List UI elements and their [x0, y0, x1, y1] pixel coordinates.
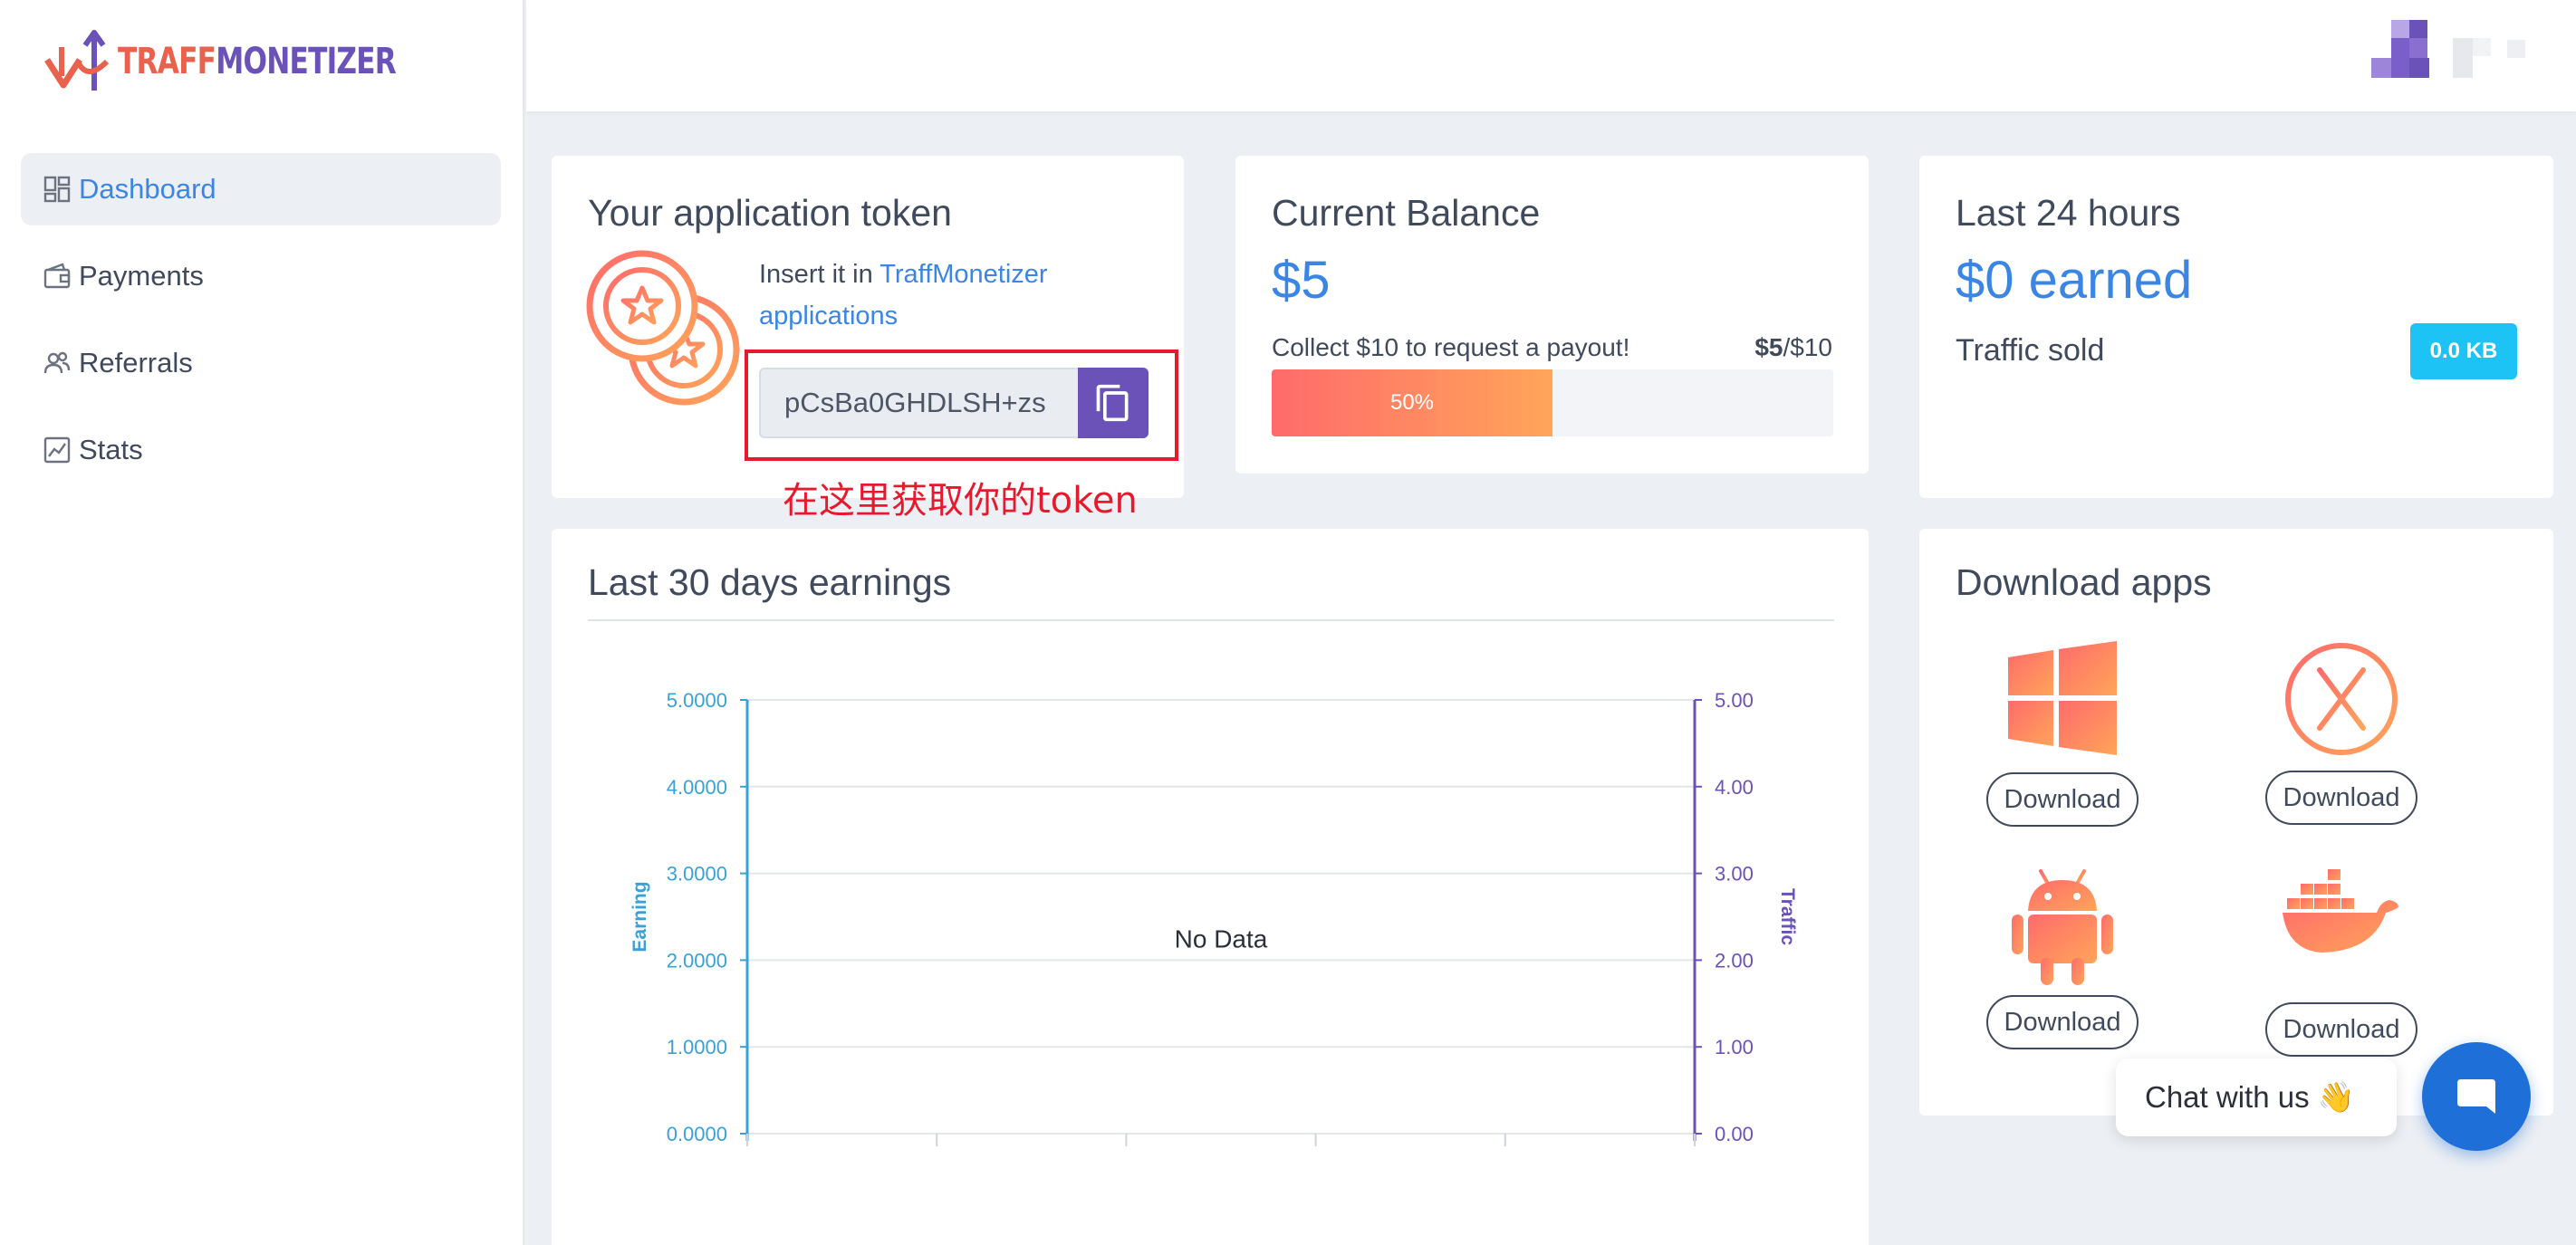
coins-icon	[586, 250, 740, 406]
chat-icon	[2457, 1079, 2495, 1114]
y2-tick-label: 2.00	[1715, 949, 1754, 972]
chart-icon	[41, 434, 73, 466]
annotation-box	[745, 350, 1178, 461]
app-docker: Download	[2233, 869, 2450, 1057]
windows-icon	[2008, 641, 2117, 755]
logo-icon	[44, 30, 110, 91]
download-windows-button[interactable]: Download	[1985, 772, 2139, 827]
y2-axis-title: Traffic	[1777, 888, 1798, 945]
card-title: Current Balance	[1272, 192, 1541, 234]
chat-prompt[interactable]: Chat with us 👋	[2116, 1058, 2397, 1136]
android-icon	[2012, 869, 2113, 985]
sidebar-nav: Dashboard Payments Referrals Stats	[21, 153, 501, 501]
traffic-badge: 0.0 KB	[2410, 323, 2517, 379]
chat-launcher-button[interactable]	[2422, 1042, 2531, 1151]
progress-fill: 50%	[1272, 369, 1552, 436]
sidebar-item-label: Dashboard	[79, 173, 216, 205]
earnings-chart-card: Last 30 days earnings 0.0000 0.00 1.0000 1.…	[552, 529, 1869, 1245]
app-android: Download	[1954, 867, 2171, 1049]
payout-ratio: $5/$10	[1754, 333, 1832, 361]
y-tick-label: 5.0000	[667, 689, 727, 712]
earned-amount: $0 earned	[1956, 251, 2193, 310]
app-windows: Download	[1954, 641, 2171, 827]
earnings-chart: 0.0000 0.00 1.0000 1.00 2.0000 2.00 3.0000 3.00…	[630, 689, 1798, 1146]
top-header	[526, 0, 2576, 111]
traffic-label: Traffic sold	[1956, 333, 2105, 368]
logo[interactable]: TRAFFMONETIZER	[42, 25, 475, 98]
y-tick-label: 3.0000	[667, 863, 727, 886]
y-axis-title: Earning	[630, 881, 650, 952]
token-instructions: Insert it in TraffMonetizer applications	[759, 260, 1048, 330]
docker-icon	[2283, 869, 2398, 953]
app-macos: Download	[2233, 641, 2450, 825]
y-tick-label: 4.0000	[667, 776, 727, 799]
annotation-note: 在这里获取你的token	[783, 480, 1138, 522]
sidebar-item-stats[interactable]: Stats	[21, 414, 501, 486]
balance-amount: $5	[1272, 251, 1331, 310]
dashboard-icon	[41, 173, 73, 206]
sidebar: TRAFFMONETIZER Dashboard Payments Referr…	[0, 0, 524, 1245]
card-title: Your application token	[588, 192, 952, 234]
y-tick-label: 2.0000	[667, 949, 727, 972]
card-title: Last 24 hours	[1956, 192, 2181, 234]
card-title: Download apps	[1956, 561, 2212, 603]
y2-tick-label: 4.00	[1715, 776, 1754, 799]
last-24h-card: Last 24 hours $0 earned Traffic sold 0.0…	[1919, 156, 2553, 498]
y2-tick-label: 5.00	[1715, 689, 1754, 712]
sidebar-item-payments[interactable]: Payments	[21, 240, 501, 312]
users-icon	[41, 347, 73, 379]
sidebar-item-referrals[interactable]: Referrals	[21, 327, 501, 399]
logo-text: TRAFFMONETIZER	[118, 41, 397, 82]
macos-icon	[2285, 643, 2398, 755]
y2-tick-label: 3.00	[1715, 863, 1754, 886]
sidebar-item-label: Stats	[79, 434, 143, 465]
sidebar-item-label: Referrals	[79, 347, 193, 378]
payout-hint: Collect $10 to request a payout!	[1272, 333, 1630, 361]
sidebar-item-label: Payments	[79, 260, 204, 292]
download-macos-button[interactable]: Download	[2264, 771, 2418, 825]
download-apps-card: Download apps Download Download Download…	[1919, 529, 2553, 1116]
download-docker-button[interactable]: Download	[2264, 1002, 2418, 1057]
sidebar-item-dashboard[interactable]: Dashboard	[21, 153, 501, 225]
y2-tick-label: 0.00	[1715, 1123, 1754, 1145]
no-data-label: No Data	[1175, 925, 1268, 953]
balance-card: Current Balance $5 Collect $10 to reques…	[1235, 156, 1869, 474]
wallet-icon	[41, 260, 73, 292]
y-tick-label: 0.0000	[667, 1123, 727, 1145]
avatar[interactable]	[2371, 20, 2534, 78]
y-tick-label: 1.0000	[667, 1036, 727, 1058]
payout-progress: 50%	[1272, 369, 1833, 436]
y2-tick-label: 1.00	[1715, 1036, 1754, 1058]
download-android-button[interactable]: Download	[1985, 995, 2139, 1049]
